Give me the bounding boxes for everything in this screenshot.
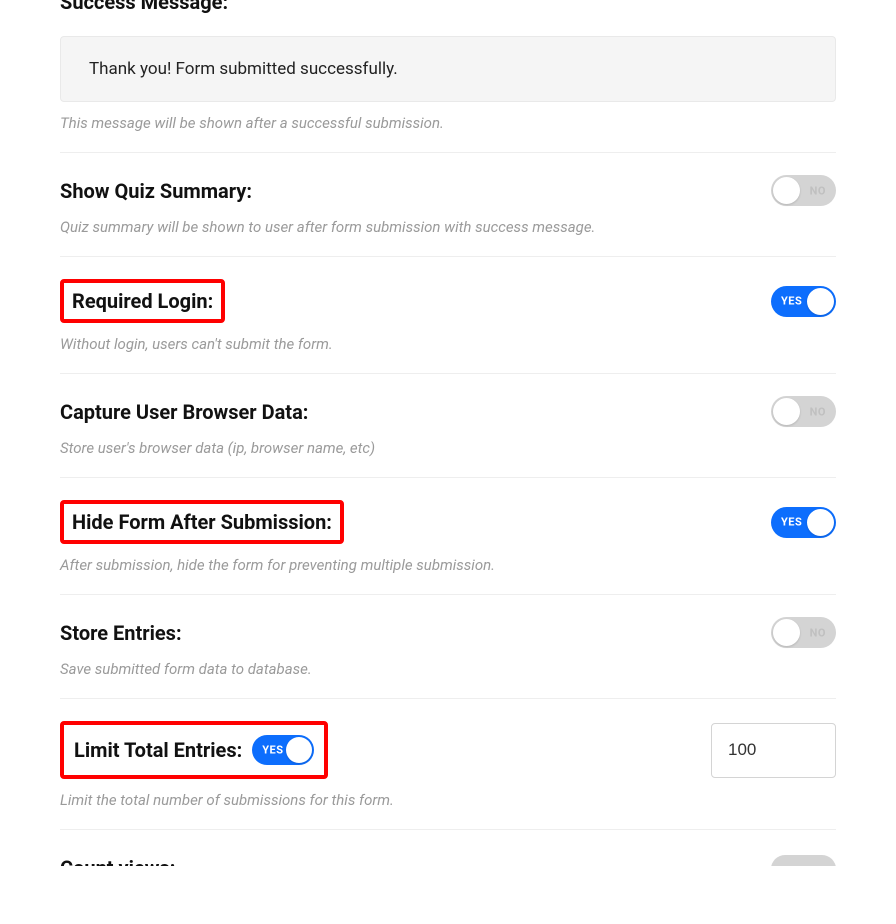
show-quiz-summary-label: Show Quiz Summary: <box>60 179 252 203</box>
store-entries-label: Store Entries: <box>60 621 182 645</box>
capture-browser-help: Store user's browser data (ip, browser n… <box>60 439 836 478</box>
count-views-toggle[interactable] <box>771 855 836 866</box>
limit-entries-label: Limit Total Entries: <box>74 738 242 762</box>
toggle-knob-icon <box>286 737 312 763</box>
hide-after-label: Hide Form After Submission: <box>72 510 332 534</box>
success-message-input[interactable]: Thank you! Form submitted successfully. <box>60 36 836 102</box>
toggle-knob-icon <box>773 177 800 204</box>
required-login-highlight: Required Login: <box>60 279 225 323</box>
count-views-label: Count views: <box>60 856 175 866</box>
required-login-label: Required Login: <box>72 289 213 313</box>
success-message-heading: Success Message: <box>60 0 836 14</box>
capture-browser-toggle[interactable]: NO <box>771 396 836 427</box>
hide-after-help: After submission, hide the form for prev… <box>60 556 836 595</box>
toggle-off-label: NO <box>810 184 826 197</box>
toggle-knob-icon <box>773 398 800 425</box>
store-entries-toggle[interactable]: NO <box>771 617 836 648</box>
toggle-knob-icon <box>807 509 834 536</box>
success-message-help: This message will be shown after a succe… <box>60 114 836 153</box>
limit-entries-input[interactable] <box>711 723 836 778</box>
required-login-toggle[interactable]: YES <box>771 286 836 317</box>
required-login-help: Without login, users can't submit the fo… <box>60 335 836 374</box>
toggle-off-label: NO <box>810 405 826 418</box>
store-entries-help: Save submitted form data to database. <box>60 660 836 699</box>
toggle-on-label: YES <box>262 744 283 757</box>
hide-after-highlight: Hide Form After Submission: <box>60 500 344 544</box>
toggle-on-label: YES <box>781 295 802 308</box>
limit-entries-highlight: Limit Total Entries: YES <box>60 721 328 779</box>
toggle-knob-icon <box>807 288 834 315</box>
hide-after-toggle[interactable]: YES <box>771 507 836 538</box>
limit-entries-help: Limit the total number of submissions fo… <box>60 791 836 830</box>
show-quiz-summary-help: Quiz summary will be shown to user after… <box>60 218 836 257</box>
show-quiz-summary-toggle[interactable]: NO <box>771 175 836 206</box>
toggle-knob-icon <box>773 619 800 646</box>
toggle-off-label: NO <box>810 626 826 639</box>
limit-entries-toggle[interactable]: YES <box>252 735 314 765</box>
capture-browser-label: Capture User Browser Data: <box>60 400 308 424</box>
toggle-on-label: YES <box>781 516 802 529</box>
